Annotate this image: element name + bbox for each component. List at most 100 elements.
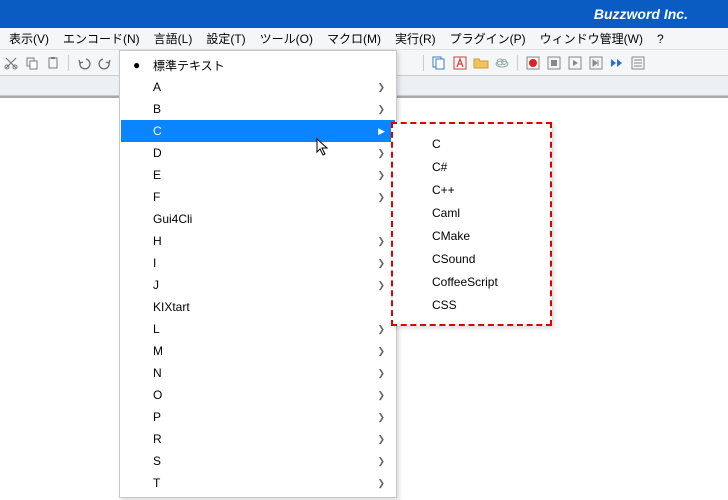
submenu-arrow-icon: ❯ <box>377 324 385 335</box>
menu-item-label: L <box>153 322 160 336</box>
menu-item-label: M <box>153 344 163 358</box>
record-icon[interactable] <box>524 54 542 72</box>
submenu-arrow-icon: ❯ <box>377 82 385 93</box>
submenu-arrow-icon: ❯ <box>377 104 385 115</box>
language-item-A[interactable]: A❯ <box>121 76 395 98</box>
menu-item-label: B <box>153 102 161 116</box>
menu-bar: 表示(V) エンコード(N) 言語(L) 設定(T) ツール(O) マクロ(M)… <box>0 28 728 50</box>
language-item-B[interactable]: B❯ <box>121 98 395 120</box>
menu-item-label: C# <box>432 160 447 174</box>
menu-item-label: O <box>153 388 162 402</box>
toolbar-separator <box>423 55 424 71</box>
menu-item-label: J <box>153 278 159 292</box>
menu-macro[interactable]: マクロ(M) <box>320 28 388 49</box>
language-item-D[interactable]: D❯ <box>121 142 395 164</box>
language-item-H[interactable]: H❯ <box>121 230 395 252</box>
submenu-arrow-icon: ❯ <box>377 434 385 445</box>
menu-help[interactable]: ? <box>650 30 671 48</box>
submenu-arrow-icon: ❯ <box>377 148 385 159</box>
submenu-arrow-icon: ❯ <box>377 280 385 291</box>
menu-item-label: A <box>153 80 161 94</box>
adobe-icon[interactable] <box>451 54 469 72</box>
menu-item-label: Gui4Cli <box>153 212 192 226</box>
language-item-Gui4Cli[interactable]: Gui4Cli <box>121 208 395 230</box>
menu-view[interactable]: 表示(V) <box>2 28 56 49</box>
c-submenu-item-C[interactable]: C <box>394 132 549 155</box>
language-item-KIXtart[interactable]: KIXtart <box>121 296 395 318</box>
submenu-arrow-icon: ❯ <box>377 170 385 181</box>
language-item-S[interactable]: S❯ <box>121 450 395 472</box>
menu-item-label: C <box>432 137 441 151</box>
c-submenu-item-CSS[interactable]: CSS <box>394 293 549 316</box>
c-submenu-item-C++[interactable]: C++ <box>394 178 549 201</box>
menu-item-label: 標準テキスト <box>153 57 225 74</box>
menu-item-label: D <box>153 146 162 160</box>
language-item-R[interactable]: R❯ <box>121 428 395 450</box>
play-icon[interactable] <box>566 54 584 72</box>
menu-item-label: N <box>153 366 162 380</box>
language-c-submenu: C C# C++ Caml CMake CSound CoffeeScript CSS <box>391 122 552 326</box>
language-item-O[interactable]: O❯ <box>121 384 395 406</box>
copy-docs-icon[interactable] <box>430 54 448 72</box>
undo-icon[interactable] <box>75 54 93 72</box>
menu-item-label: C++ <box>432 183 455 197</box>
cloud-icon[interactable] <box>493 54 511 72</box>
menu-item-label: R <box>153 432 162 446</box>
menu-item-label: Caml <box>432 206 460 220</box>
submenu-arrow-icon: ❯ <box>377 258 385 269</box>
c-submenu-item-Caml[interactable]: Caml <box>394 201 549 224</box>
menu-item-label: CMake <box>432 229 470 243</box>
menu-language[interactable]: 言語(L) <box>147 28 200 49</box>
submenu-arrow-icon: ❯ <box>377 368 385 379</box>
submenu-arrow-icon: ❯ <box>377 192 385 203</box>
menu-item-label: S <box>153 454 161 468</box>
submenu-arrow-icon: ❯ <box>377 346 385 357</box>
folder-icon[interactable] <box>472 54 490 72</box>
language-item-M[interactable]: M❯ <box>121 340 395 362</box>
submenu-arrow-icon: ▶ <box>378 126 385 137</box>
language-item-T[interactable]: T❯ <box>121 472 395 494</box>
c-submenu-item-C#[interactable]: C# <box>394 155 549 178</box>
c-submenu-item-CMake[interactable]: CMake <box>394 224 549 247</box>
stop-icon[interactable] <box>545 54 563 72</box>
menu-item-label: CSS <box>432 298 457 312</box>
menu-item-label: P <box>153 410 161 424</box>
menu-item-label: E <box>153 168 161 182</box>
menu-item-label: H <box>153 234 162 248</box>
language-item-P[interactable]: P❯ <box>121 406 395 428</box>
menu-item-label: I <box>153 256 156 270</box>
language-item-I[interactable]: I❯ <box>121 252 395 274</box>
menu-plugin[interactable]: プラグイン(P) <box>443 28 533 49</box>
menu-item-label: CSound <box>432 252 475 266</box>
menu-encode[interactable]: エンコード(N) <box>56 28 147 49</box>
paste-icon[interactable] <box>44 54 62 72</box>
fast-forward-icon[interactable] <box>608 54 626 72</box>
submenu-arrow-icon: ❯ <box>377 390 385 401</box>
redo-icon[interactable] <box>96 54 114 72</box>
language-item-E[interactable]: E❯ <box>121 164 395 186</box>
language-item-C[interactable]: C▶ <box>121 120 395 142</box>
language-item-標準テキスト[interactable]: ● 標準テキスト <box>121 54 395 76</box>
play-next-icon[interactable] <box>587 54 605 72</box>
menu-item-label: CoffeeScript <box>432 275 498 289</box>
bullet-icon: ● <box>133 58 140 72</box>
toolbar-separator <box>68 55 69 71</box>
menu-window[interactable]: ウィンドウ管理(W) <box>533 28 650 49</box>
menu-item-label: KIXtart <box>153 300 190 314</box>
c-submenu-item-CoffeeScript[interactable]: CoffeeScript <box>394 270 549 293</box>
language-item-N[interactable]: N❯ <box>121 362 395 384</box>
list-icon[interactable] <box>629 54 647 72</box>
menu-item-label: T <box>153 476 160 490</box>
cut-icon[interactable] <box>2 54 20 72</box>
menu-settings[interactable]: 設定(T) <box>199 28 252 49</box>
language-item-J[interactable]: J❯ <box>121 274 395 296</box>
language-item-F[interactable]: F❯ <box>121 186 395 208</box>
c-submenu-item-CSound[interactable]: CSound <box>394 247 549 270</box>
submenu-arrow-icon: ❯ <box>377 412 385 423</box>
submenu-arrow-icon: ❯ <box>377 456 385 467</box>
menu-run[interactable]: 実行(R) <box>388 28 443 49</box>
menu-tools[interactable]: ツール(O) <box>253 28 320 49</box>
copy-icon[interactable] <box>23 54 41 72</box>
language-item-L[interactable]: L❯ <box>121 318 395 340</box>
language-dropdown: ●標準テキストA❯B❯C▶D❯E❯F❯Gui4CliH❯I❯J❯KIXtartL… <box>119 50 397 498</box>
